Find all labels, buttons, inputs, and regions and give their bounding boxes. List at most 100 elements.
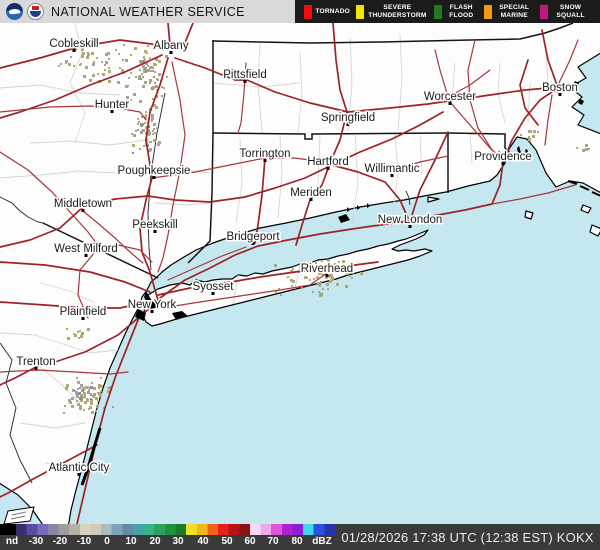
radar-echo-pixel [101, 61, 103, 63]
radar-echo-pixel [158, 73, 161, 76]
radar-echo-pixel [166, 76, 168, 78]
radar-echo-pixel [76, 395, 79, 398]
radar-echo-pixel [147, 65, 149, 67]
radar-echo-pixel [145, 114, 147, 116]
radar-echo-pixel [108, 80, 111, 83]
radar-echo-pixel [301, 287, 303, 289]
city-label: Willimantic [365, 163, 420, 175]
legend-item-snow-squall: SNOW SQUALL [540, 4, 591, 19]
scale-tick-label: nd [6, 536, 18, 547]
radar-echo-pixel [139, 100, 142, 103]
radar-echo-pixel [73, 333, 75, 335]
radar-echo-pixel [66, 384, 69, 387]
radar-echo-pixel [319, 294, 322, 297]
radar-echo-pixel [155, 64, 157, 66]
radar-echo-pixel [108, 58, 110, 60]
city-label: Springfield [321, 112, 375, 124]
radar-map[interactable]: CobleskillAlbanyPittsfieldHunterWorceste… [0, 23, 600, 524]
radar-echo-pixel [130, 99, 132, 101]
radar-echo-pixel [58, 65, 60, 67]
city-label: Albany [153, 40, 188, 52]
radar-echo-pixel [95, 397, 98, 400]
radar-echo-pixel [144, 81, 147, 84]
radar-echo-pixel [91, 412, 93, 414]
radar-echo-pixel [119, 67, 121, 69]
radar-echo-pixel [112, 406, 114, 408]
radar-echo-pixel [80, 384, 83, 387]
radar-echo-pixel [79, 330, 81, 332]
radar-echo-pixel [351, 277, 353, 279]
radar-echo-pixel [142, 76, 144, 78]
legend-item-tornado: TORNADO [304, 5, 350, 19]
radar-echo-pixel [140, 78, 142, 80]
radar-echo-pixel [65, 387, 68, 390]
reflectivity-colorbar [0, 524, 335, 535]
radar-echo-pixel [317, 276, 319, 278]
radar-echo-pixel [81, 335, 83, 337]
radar-echo-pixel [322, 288, 324, 290]
radar-echo-pixel [153, 139, 156, 142]
radar-echo-pixel [329, 280, 332, 283]
radar-echo-pixel [93, 61, 95, 63]
radar-echo-pixel [93, 396, 95, 398]
radar-echo-pixel [153, 128, 155, 130]
radar-echo-pixel [532, 135, 535, 138]
legend-label-special-marine: SPECIAL MARINE [495, 4, 533, 19]
radar-echo-pixel [312, 291, 314, 293]
radar-echo-pixel [87, 391, 90, 394]
flash-flood-swatch [434, 5, 442, 19]
block-island [525, 211, 533, 219]
radar-echo-pixel [152, 70, 154, 72]
legend-label-snow-squall: SNOW SQUALL [551, 4, 591, 19]
radar-echo-pixel [104, 64, 106, 66]
scale-tick-label: -10 [77, 536, 91, 547]
radar-echo-pixel [163, 87, 165, 89]
radar-echo-pixel [99, 395, 101, 397]
city-label: Plainfield [60, 306, 107, 318]
radar-echo-pixel [152, 67, 154, 69]
radar-echo-pixel [142, 85, 145, 88]
radar-echo-pixel [87, 386, 89, 388]
city-label: Providence [474, 151, 532, 163]
radar-echo-pixel [151, 114, 154, 117]
severe-thunderstorm-swatch [356, 5, 364, 19]
radar-echo-pixel [107, 387, 109, 389]
radar-echo-pixel [100, 390, 102, 392]
radar-echo-pixel [90, 398, 92, 400]
radar-echo-pixel [313, 278, 315, 280]
scale-tick-label: 80 [291, 536, 302, 547]
radar-map-canvas[interactable]: CobleskillAlbanyPittsfieldHunterWorceste… [0, 23, 600, 524]
colorbar-tick-labels: nd-30-20-1001020304050607080dBZ [0, 535, 335, 550]
radar-echo-pixel [125, 85, 128, 88]
scale-tick-label: 10 [125, 536, 136, 547]
radar-echo-pixel [70, 56, 72, 58]
radar-echo-pixel [93, 393, 96, 396]
city-label: Atlantic City [49, 462, 110, 474]
city-label: Poughkeepsie [118, 165, 191, 177]
radar-echo-pixel [60, 63, 62, 65]
radar-echo-pixel [83, 75, 86, 78]
radar-echo-pixel [81, 55, 84, 58]
radar-echo-pixel [115, 49, 117, 51]
radar-echo-pixel [576, 147, 578, 149]
radar-echo-pixel [89, 79, 92, 82]
nws-logo-icon [27, 3, 44, 20]
radar-echo-pixel [360, 272, 363, 275]
radar-echo-pixel [149, 57, 151, 59]
radar-echo-pixel [105, 53, 108, 56]
city-label: Riverhead [301, 263, 353, 275]
radar-echo-pixel [153, 76, 155, 78]
radar-echo-pixel [151, 117, 154, 120]
radar-echo-pixel [102, 73, 105, 76]
radar-echo-pixel [149, 82, 151, 84]
radar-echo-pixel [89, 406, 92, 409]
radar-echo-pixel [144, 50, 147, 53]
radar-echo-pixel [84, 396, 86, 398]
radar-echo-pixel [87, 328, 90, 331]
radar-echo-pixel [91, 52, 94, 55]
radar-echo-pixel [529, 130, 532, 133]
city-label: Torrington [239, 148, 290, 160]
radar-echo-pixel [83, 409, 85, 411]
radar-echo-pixel [98, 387, 100, 389]
radar-echo-pixel [144, 122, 146, 124]
